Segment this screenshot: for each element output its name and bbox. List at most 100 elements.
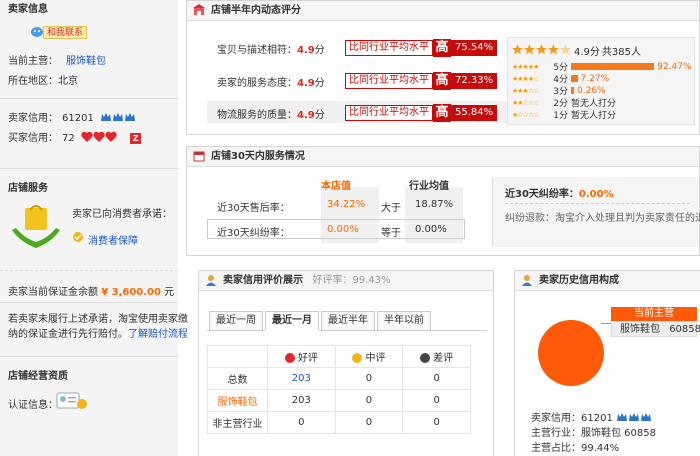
header-mid: 中评 [334, 345, 404, 368]
dispute-label: 近30天纠纷率： [505, 189, 579, 200]
industry-label: 主营行业： [531, 428, 581, 439]
rating-header: 卖家信用评价展示 好评率：99.43% [199, 271, 493, 291]
dsr-compare: 比同行业平均水平 高 75.54% [345, 39, 498, 57]
history-title: 卖家历史信用构成 [539, 275, 619, 286]
flag-icon[interactable]: Z [130, 132, 142, 144]
distribution-pct: 92.47% [657, 61, 692, 72]
cert-row: 认证信息： [8, 396, 58, 411]
divider [0, 98, 178, 99]
header-good: 好评 [267, 345, 336, 368]
shopping-bag-icon [10, 202, 62, 252]
id-card-icon[interactable] [56, 391, 88, 411]
service-row-cmp: 等于 [381, 228, 401, 239]
dsr-panel: 店铺半年内动态评分 宝贝与描述相符：4.9分 卖家的服务态度：4.9分 物流服务… [186, 0, 700, 135]
dsr-row: 物流服务的质量：4.9分 [217, 106, 325, 121]
mini-stars-icon: ★★☆☆☆ [512, 98, 539, 107]
refund-label: 纠纷退款： [505, 213, 555, 224]
row-mid: 0 [334, 389, 404, 412]
history-header: 卖家历史信用构成 [515, 271, 700, 291]
compare-label: 比同行业平均水平 [345, 73, 433, 89]
dsr-compare: 比同行业平均水平 高 55.84% [345, 104, 498, 122]
main-business-row: 当前主营： 服饰鞋包 [8, 52, 106, 67]
row-good[interactable]: 203 [267, 367, 336, 390]
neutral-rating-icon [352, 353, 363, 363]
row-label[interactable]: 服饰鞋包 [207, 389, 268, 412]
contact-button[interactable]: 和我联系 [43, 26, 88, 39]
industry-value: 服饰鞋包 60858 [581, 428, 656, 439]
dispute-value: 0.00% [578, 189, 614, 200]
col-shop-header: 本店值 [321, 181, 351, 192]
distribution-bar [571, 75, 578, 82]
header-bad: 差评 [402, 345, 471, 368]
dsr-row: 卖家的服务态度：4.9分 [217, 74, 325, 89]
dsr-panel-header: 店铺半年内动态评分 [187, 1, 699, 21]
mini-stars-icon: ★★★★★ [512, 62, 539, 71]
seller-info-title: 卖家信息 [8, 4, 48, 15]
dsr-unit: 分 [314, 78, 325, 89]
distribution-bar [571, 63, 655, 70]
high-badge: 高 [433, 39, 451, 57]
service30-title: 店铺30天内服务情况 [211, 151, 305, 162]
service-row-shop: 0.00% [327, 224, 359, 235]
tab-before-half-year[interactable]: 半年以前 [377, 311, 431, 331]
deposit-label: 卖家当前保证金余额 [8, 287, 98, 298]
mini-stars-icon: ★★★★☆ [512, 74, 539, 83]
dsr-title: 店铺半年内动态评分 [211, 5, 301, 16]
main-business-label: 当前主营： [8, 56, 58, 67]
tab-last-week[interactable]: 最近一周 [209, 311, 263, 331]
dsr-row-score: 4.9 [297, 45, 315, 56]
mini-stars-icon: ★★★☆☆ [512, 86, 539, 95]
row-mid: 0 [334, 367, 404, 390]
distribution-bar [571, 87, 574, 94]
table-row: 非主营行业 0 0 0 [207, 411, 471, 434]
shop-service-title: 店铺服务 [8, 183, 48, 194]
dsr-row-score: 4.9 [297, 78, 315, 89]
tab-last-half-year[interactable]: 最近半年 [321, 311, 375, 331]
mini-stars-icon: ★☆☆☆☆ [512, 110, 539, 119]
distribution-pct: 7.27% [580, 73, 610, 84]
calendar-icon [193, 150, 205, 162]
row-bad: 0 [402, 367, 471, 390]
pie-chart [537, 319, 605, 390]
summary-count: 共385人 [601, 47, 641, 58]
distribution-pct: 暂无人打分 [571, 111, 617, 121]
user-icon [521, 274, 533, 286]
note-text: 纳的保证金进行先行赔付。 [8, 329, 128, 340]
payout-process-link[interactable]: 了解赔付流程 [128, 329, 188, 340]
divider [0, 168, 178, 169]
wangwang-icon[interactable] [30, 26, 44, 38]
location-row: 所在地区：北京 [8, 72, 78, 87]
legend-title: 当前主营 [611, 307, 697, 321]
compare-label: 比同行业平均水平 [345, 40, 433, 56]
location-label: 所在地区： [8, 76, 58, 87]
high-badge: 高 [433, 104, 451, 122]
dsr-unit: 分 [314, 45, 325, 56]
distribution-row: ★☆☆☆☆ 1分 暂无人打分 [512, 108, 617, 122]
legend-category: 服饰鞋包 [620, 324, 660, 335]
compare-pct: 72.33% [451, 73, 498, 89]
refund-row: 纠纷退款：淘宝介入处理且判为卖家责任的退款 [505, 209, 700, 224]
buyer-credit-value: 72 [62, 133, 75, 144]
service-row-label: 近30天纠纷率： [217, 228, 290, 239]
heart-badge-icon[interactable] [81, 131, 121, 146]
main-business-link[interactable]: 服饰鞋包 [66, 56, 106, 67]
ratio-row: 主营占比：99.44% [531, 439, 619, 454]
row-good: 0 [267, 411, 336, 434]
dsr-row-label: 宝贝与描述相符： [217, 45, 297, 56]
credit-label: 卖家信用： [531, 413, 581, 424]
service30-panel: 店铺30天内服务情况 本店值 行业均值 近30天售后率： 34.22% 大于 1… [186, 146, 700, 256]
legend-row: 服饰鞋包 60858 [611, 321, 700, 337]
divider [0, 270, 178, 271]
industry-row: 主营行业：服饰鞋包 60858 [531, 424, 656, 439]
good-rate-label: 好评率： [312, 275, 353, 286]
row-bad: 0 [402, 389, 471, 412]
row-good: 203 [267, 389, 336, 412]
qualification-title: 店铺经营资质 [8, 371, 68, 382]
row-label: 总数 [207, 367, 268, 390]
tab-last-month[interactable]: 最近一月 [265, 311, 319, 331]
guarantee-link[interactable]: 消费者保障 [88, 232, 138, 247]
rating-title: 卖家信用评价展示 [223, 275, 303, 286]
high-badge: 高 [433, 72, 451, 90]
crown-badge-icon[interactable] [100, 111, 136, 126]
dsr-row: 宝贝与描述相符：4.9分 [217, 41, 325, 56]
